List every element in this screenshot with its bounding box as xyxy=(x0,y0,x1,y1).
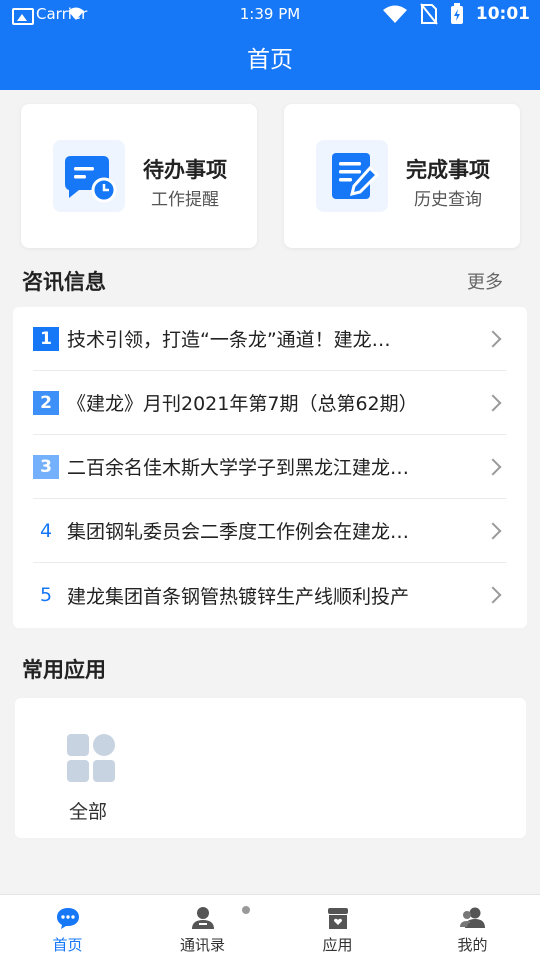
todo-chat-clock-icon xyxy=(65,156,117,203)
tab-apps-label: 应用 xyxy=(322,936,353,954)
tab-home[interactable]: 首页 xyxy=(0,895,135,960)
news-item-2[interactable]: 2 《建龙》月刊2021年第7期（总第62期） xyxy=(33,371,507,435)
chat-bubble-icon xyxy=(57,908,79,929)
news-item-1[interactable]: 1 技术引领，打造“一条龙”通道！建龙… xyxy=(33,307,507,371)
apps-panel: 全部 xyxy=(15,698,526,838)
top-bar: Carrier 1:39 PM 10:01 首页 xyxy=(0,0,540,90)
apps-section-title: 常用应用 xyxy=(22,658,106,682)
status-bar: Carrier 1:39 PM 10:01 xyxy=(0,0,540,30)
todo-icon-box xyxy=(53,140,125,212)
tab-apps[interactable]: 应用 xyxy=(270,895,405,960)
news-more-link[interactable]: 更多 xyxy=(467,268,503,294)
rank-badge-2: 2 xyxy=(33,390,59,415)
news-item-text: 二百余名佳木斯大学学子到黑龙江建龙… xyxy=(67,457,410,479)
done-card[interactable]: 完成事项 历史查询 xyxy=(284,104,520,248)
news-item-text: 集团钢轧委员会二季度工作例会在建龙… xyxy=(67,521,410,543)
page-title: 首页 xyxy=(247,47,293,73)
news-list: 1 技术引领，打造“一条龙”通道！建龙… 2 《建龙》月刊2021年第7期（总第… xyxy=(13,307,527,628)
todo-title: 待办事项 xyxy=(143,158,227,182)
status-clock: 10:01 xyxy=(475,4,530,24)
no-sim-icon xyxy=(420,3,438,25)
tab-contacts[interactable]: 通讯录 xyxy=(135,895,270,960)
grid-all-icon xyxy=(67,734,123,790)
rank-number-5: 5 xyxy=(39,584,53,606)
done-icon-box xyxy=(316,140,388,212)
done-title: 完成事项 xyxy=(406,158,490,182)
done-subtitle: 历史查询 xyxy=(414,190,482,210)
battery-charging-icon xyxy=(450,3,463,24)
news-item-text: 技术引领，打造“一条龙”通道！建龙… xyxy=(67,329,391,351)
chevron-right-icon xyxy=(484,522,502,539)
tab-profile[interactable]: 我的 xyxy=(405,895,540,960)
news-item-3[interactable]: 3 二百余名佳木斯大学学子到黑龙江建龙… xyxy=(33,435,507,499)
news-item-5[interactable]: 5 建龙集团首条钢管热镀锌生产线顺利投产 xyxy=(33,563,507,627)
store-icon xyxy=(328,908,348,929)
done-document-pen-icon xyxy=(332,153,380,199)
tab-profile-label: 我的 xyxy=(457,936,488,954)
tab-bar: 首页 通讯录 应用 我的 xyxy=(0,894,540,960)
todo-card[interactable]: 待办事项 工作提醒 xyxy=(21,104,257,248)
rank-badge-1: 1 xyxy=(33,326,59,351)
news-item-text: 建龙集团首条钢管热镀锌生产线顺利投产 xyxy=(67,585,410,608)
rank-number-4: 4 xyxy=(39,519,53,542)
signal-wifi-icon xyxy=(382,5,407,23)
chevron-right-icon xyxy=(484,394,502,411)
tab-home-label: 首页 xyxy=(52,936,83,954)
news-section-title: 咨讯信息 xyxy=(22,270,106,294)
chevron-right-icon xyxy=(484,458,502,475)
chevron-right-icon xyxy=(484,586,502,604)
profile-people-icon xyxy=(460,907,485,928)
contact-person-icon xyxy=(192,907,214,929)
chevron-right-icon xyxy=(484,330,502,347)
news-item-text: 《建龙》月刊2021年第7期（总第62期） xyxy=(67,393,418,415)
news-item-4[interactable]: 4 集团钢轧委员会二季度工作例会在建龙… xyxy=(33,499,507,563)
tab-contacts-label: 通讯录 xyxy=(179,936,225,954)
app-all-label: 全部 xyxy=(69,801,108,823)
notification-dot xyxy=(242,906,250,914)
rank-badge-3: 3 xyxy=(33,454,59,479)
todo-subtitle: 工作提醒 xyxy=(151,190,219,210)
